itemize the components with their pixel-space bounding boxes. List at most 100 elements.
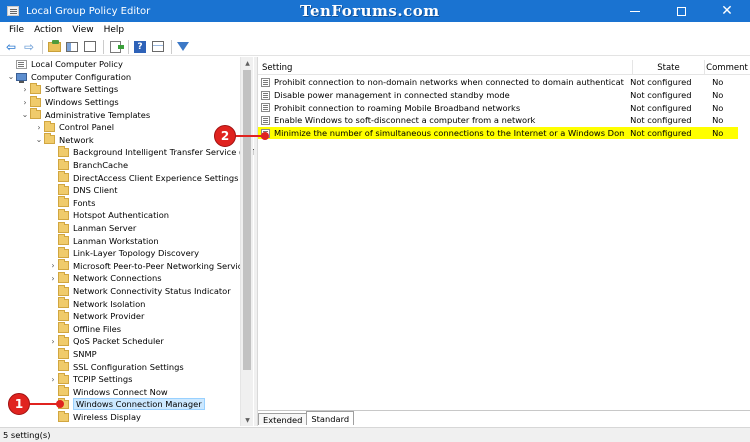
maximize-button[interactable] — [658, 0, 704, 22]
tree-item-label: Wireless Display — [73, 412, 141, 423]
folder-icon — [58, 372, 69, 384]
scroll-down-icon[interactable]: ▼ — [241, 414, 254, 426]
expand-chevron-icon[interactable]: › — [48, 274, 58, 283]
column-header-state[interactable]: State — [633, 60, 705, 75]
forward-button[interactable]: ⇨ — [21, 39, 37, 55]
tree-item-label: Software Settings — [45, 84, 119, 95]
extended-view-button[interactable] — [150, 39, 166, 55]
tree-item[interactable]: Fonts — [48, 196, 95, 210]
policy-setting-name: Disable power management in connected st… — [274, 90, 510, 101]
filter-icon — [177, 42, 189, 51]
tree-item[interactable]: DirectAccess Client Experience Settings — [48, 171, 238, 184]
tree-item[interactable]: Network Provider — [48, 309, 144, 323]
tree-item[interactable]: BranchCache — [48, 158, 128, 172]
tree-item-label: Lanman Server — [73, 223, 137, 234]
expand-chevron-icon[interactable]: › — [48, 337, 58, 346]
back-button[interactable]: ⇦ — [3, 39, 19, 55]
folder-icon — [58, 322, 69, 334]
column-header-setting[interactable]: Setting — [258, 60, 633, 75]
expand-chevron-icon[interactable]: › — [48, 261, 58, 270]
tree-item[interactable]: › Software Settings — [20, 82, 119, 96]
tree-scrollbar[interactable]: ▲ ▼ — [240, 57, 253, 426]
policy-icon — [16, 59, 27, 69]
menu-help[interactable]: Help — [99, 25, 130, 35]
export-list-button[interactable] — [107, 39, 124, 55]
settings-list-pane: Setting State Comment Prohibit connectio… — [257, 57, 750, 426]
column-header-comment[interactable]: Comment — [705, 60, 749, 75]
filter-button[interactable] — [175, 39, 191, 55]
tree-item[interactable]: Hotspot Authentication — [48, 208, 169, 222]
show-hide-tree-button[interactable] — [64, 39, 80, 55]
tree-item[interactable]: Offline Files — [48, 322, 121, 336]
tree-item[interactable]: › QoS Packet Scheduler — [48, 334, 164, 348]
policy-row[interactable]: Prohibit connection to roaming Mobile Br… — [258, 101, 738, 114]
folder-icon — [58, 208, 69, 220]
menu-view[interactable]: View — [67, 25, 98, 35]
tree-item[interactable]: Local Computer Policy — [6, 58, 123, 71]
list-view-icon — [84, 41, 96, 52]
minimize-button[interactable] — [612, 0, 658, 22]
folder-icon — [58, 347, 69, 359]
tree-item[interactable]: ⌄ Network — [34, 133, 94, 147]
menu-action[interactable]: Action — [29, 25, 67, 35]
folder-icon — [44, 133, 55, 145]
folder-icon — [58, 284, 69, 296]
tree-item[interactable]: Windows Connect Now — [48, 385, 168, 399]
collapse-chevron-icon[interactable]: ⌄ — [6, 72, 16, 81]
console-tree[interactable]: Local Computer Policy ⌄ Computer Configura… — [0, 57, 254, 426]
policy-row[interactable]: Minimize the number of simultaneous conn… — [258, 126, 738, 140]
expand-chevron-icon[interactable]: › — [34, 123, 44, 132]
tree-item-label: Network Connectivity Status Indicator — [73, 286, 231, 297]
tree-item[interactable]: Link-Layer Topology Discovery — [48, 246, 199, 260]
policy-row[interactable]: Disable power management in connected st… — [258, 89, 738, 102]
tree-item-label: DirectAccess Client Experience Settings — [73, 172, 239, 183]
expand-chevron-icon[interactable]: › — [48, 375, 58, 384]
tree-item[interactable]: Network Connectivity Status Indicator — [48, 284, 231, 298]
tree-item[interactable]: Windows Connection Manager — [48, 397, 205, 411]
tree-item[interactable]: DNS Client — [48, 183, 118, 197]
close-button[interactable]: ✕ — [704, 0, 750, 22]
scroll-thumb[interactable] — [243, 70, 251, 370]
collapse-chevron-icon[interactable]: ⌄ — [20, 110, 30, 119]
policy-comment: No — [712, 90, 724, 101]
tree-item[interactable]: ⌄ Administrative Templates — [20, 108, 150, 121]
tree-item[interactable]: Lanman Server — [48, 221, 137, 235]
properties-view-button[interactable] — [82, 39, 98, 55]
collapse-chevron-icon[interactable]: ⌄ — [34, 135, 44, 144]
folder-icon — [58, 196, 69, 208]
menu-file[interactable]: File — [4, 25, 29, 35]
tree-item[interactable]: Wireless Display — [48, 410, 141, 424]
up-one-level-button[interactable] — [46, 39, 62, 55]
tree-item-label: SNMP — [73, 349, 97, 360]
tree-item[interactable]: ⌄ Computer Configuration — [6, 71, 131, 84]
folder-icon — [58, 271, 69, 283]
folder-icon — [30, 82, 41, 94]
expand-chevron-icon[interactable]: › — [20, 85, 30, 94]
tab-standard[interactable]: Standard — [306, 411, 355, 425]
folder-icon — [58, 385, 69, 397]
tree-item[interactable]: › TCPIP Settings — [48, 372, 133, 386]
callout-1-badge: 1 — [8, 393, 30, 415]
help-button[interactable]: ? — [132, 39, 148, 55]
expand-chevron-icon[interactable]: › — [20, 98, 30, 107]
folder-icon — [58, 183, 69, 195]
policy-row[interactable]: Enable Windows to soft-disconnect a comp… — [258, 114, 738, 127]
tree-item[interactable]: SNMP — [48, 347, 97, 361]
tree-item[interactable]: Background Intelligent Transfer Service … — [48, 145, 254, 159]
tree-item[interactable]: › Network Connections — [48, 271, 162, 285]
tree-item-label: Windows Connection Manager — [73, 398, 205, 411]
tree-item[interactable]: Network Isolation — [48, 297, 145, 310]
tree-item[interactable]: SSL Configuration Settings — [48, 360, 184, 373]
maximize-icon — [676, 6, 686, 16]
tree-item-label: TCPIP Settings — [73, 374, 133, 385]
tree-item[interactable]: › Windows Settings — [20, 95, 119, 109]
tree-item[interactable]: › Microsoft Peer-to-Peer Networking Servi… — [48, 259, 252, 273]
tree-item-label: DNS Client — [73, 185, 118, 196]
scroll-up-icon[interactable]: ▲ — [241, 57, 254, 69]
tab-extended[interactable]: Extended — [258, 413, 308, 425]
tree-item[interactable]: › Control Panel — [34, 120, 114, 134]
window-title: Local Group Policy Editor — [26, 5, 151, 17]
tree-item-label: Computer Configuration — [31, 71, 132, 82]
tree-item[interactable]: Lanman Workstation — [48, 234, 159, 247]
policy-row[interactable]: Prohibit connection to non-domain networ… — [258, 76, 738, 89]
